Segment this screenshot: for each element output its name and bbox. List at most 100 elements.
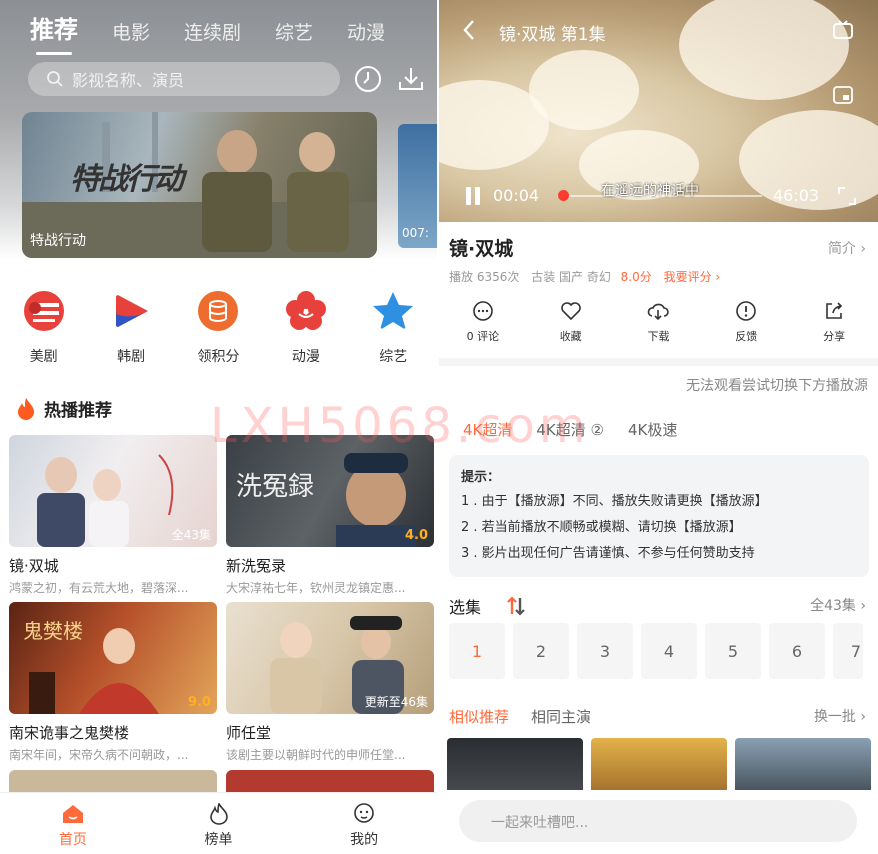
intro-label: 简介: [827, 241, 856, 257]
top-tabs: 推荐 电影 连续剧 综艺 动漫: [30, 10, 419, 55]
nav-home[interactable]: 首页: [0, 793, 146, 854]
episode-button[interactable]: 5: [705, 623, 761, 679]
category-k-drama[interactable]: 韩剧: [87, 290, 174, 366]
player-controls: 00:04 在遥远的神话中 46:03: [439, 180, 878, 212]
comment-bar: 一起来吐槽吧...: [439, 790, 878, 854]
video-card[interactable]: 全43集 镜·双城 鸿蒙之初，有云荒大地，碧落深...: [9, 435, 217, 596]
tab-anime[interactable]: 动漫: [347, 18, 385, 45]
video-card[interactable]: 鬼樊楼 9.0 南宋诡事之鬼樊楼 南宋年间，宋帝久病不问朝政，...: [9, 602, 217, 763]
chevron-right-icon: ›: [860, 598, 866, 614]
feedback-label: 反馈: [735, 330, 758, 343]
nav-home-label: 首页: [58, 832, 87, 848]
episode-button[interactable]: 4: [641, 623, 697, 679]
fullscreen-icon[interactable]: [837, 186, 857, 206]
category-variety[interactable]: 综艺: [350, 290, 437, 366]
swap-link[interactable]: 换一批 ›: [814, 706, 866, 726]
comment-button[interactable]: 0 评论: [439, 300, 527, 344]
comment-label: 0 评论: [466, 330, 500, 343]
banner-next[interactable]: 007:: [398, 124, 437, 248]
video-score: 8.0分: [620, 270, 652, 284]
card-poster: 鬼樊楼 9.0: [9, 602, 217, 714]
sort-icon[interactable]: [506, 596, 526, 616]
tab-movie[interactable]: 电影: [112, 18, 150, 45]
comment-icon: [473, 301, 493, 321]
tab-same-cast[interactable]: 相同主演: [531, 706, 591, 727]
episodes-header: 选集: [449, 594, 526, 618]
total-time: 46:03: [773, 186, 820, 205]
video-card[interactable]: 更新至46集 师任堂 该剧主要以朝鲜时代的申师任堂...: [226, 602, 434, 763]
intro-link[interactable]: 简介 ›: [828, 238, 866, 258]
download-icon[interactable]: [396, 64, 426, 94]
card-title: 新洗冤录: [226, 557, 287, 575]
tv-cast-icon[interactable]: [832, 20, 854, 42]
back-icon[interactable]: [461, 18, 477, 42]
tab-variety[interactable]: 综艺: [275, 18, 313, 45]
category-label: 综艺: [379, 349, 408, 365]
watermark: LXH5068.com: [210, 398, 590, 454]
svg-text:洗冤録: 洗冤録: [236, 472, 314, 502]
banner-main[interactable]: 特战行动 特战行动: [22, 112, 377, 258]
video-card[interactable]: 洗冤録 4.0 新洗冤录 大宋淳祐七年，钦州灵龙镇定惠...: [226, 435, 434, 596]
coins-icon: [198, 291, 239, 331]
episode-button[interactable]: 1: [449, 623, 505, 679]
history-icon[interactable]: [353, 64, 383, 94]
pip-icon[interactable]: [833, 86, 853, 104]
category-points[interactable]: 领积分: [175, 290, 262, 366]
rate-link[interactable]: 我要评分: [664, 270, 712, 284]
similar-thumb[interactable]: [735, 738, 871, 798]
episode-button[interactable]: 2: [513, 623, 569, 679]
episode-button[interactable]: 6: [769, 623, 825, 679]
progress-thumb[interactable]: [558, 190, 569, 201]
category-us-drama[interactable]: 美剧: [0, 290, 87, 366]
nav-ranking[interactable]: 榜单: [146, 793, 292, 854]
tab-similar[interactable]: 相似推荐: [449, 706, 509, 727]
card-desc: 大宋淳祐七年，钦州灵龙镇定惠...: [226, 581, 406, 595]
chevron-right-icon: ›: [715, 270, 721, 284]
heart-icon: [560, 302, 581, 321]
section-header: 热播推荐: [16, 396, 112, 421]
share-button[interactable]: 分享: [790, 300, 878, 344]
star-icon: [373, 292, 414, 330]
pause-icon[interactable]: [463, 185, 483, 207]
video-card-partial[interactable]: [226, 770, 434, 792]
episodes-label: 选集: [449, 598, 482, 617]
similar-thumb[interactable]: [591, 738, 727, 798]
favorite-button[interactable]: 收藏: [527, 300, 615, 344]
all-episodes-label: 全43集: [810, 598, 856, 614]
download-button[interactable]: 下载: [615, 300, 703, 344]
episode-button[interactable]: 3: [577, 623, 633, 679]
share-label: 分享: [823, 330, 846, 343]
all-episodes-link[interactable]: 全43集 ›: [810, 595, 866, 615]
video-card-partial[interactable]: [9, 770, 217, 792]
video-player[interactable]: 镜·双城 第1集 00:04 在遥远的神话中 46:03: [439, 0, 878, 222]
section-title: 热播推荐: [44, 401, 112, 421]
action-row: 0 评论 收藏 下载 反馈 分享: [439, 300, 878, 344]
nav-mine[interactable]: 我的: [291, 793, 437, 854]
tips-box: 提示： 1 . 由于【播放源】不同、播放失败请更换【播放源】 2 . 若当前播放…: [449, 455, 869, 577]
score-badge: 4.0: [404, 528, 428, 543]
flower-icon: [285, 291, 326, 330]
comment-input[interactable]: 一起来吐槽吧...: [459, 800, 857, 842]
score-badge: 9.0: [187, 695, 211, 710]
feedback-button[interactable]: 反馈: [702, 300, 790, 344]
tab-recommend[interactable]: 推荐: [30, 10, 78, 55]
search-placeholder: 影视名称、演员: [72, 71, 185, 90]
tips-line: 1 . 由于【播放源】不同、播放失败请更换【播放源】: [461, 494, 768, 509]
card-title: 师任堂: [226, 724, 272, 742]
home-icon: [62, 805, 83, 823]
search-input[interactable]: 影视名称、演员: [28, 62, 340, 96]
tips-line: 3 . 影片出现任何广告请谨慎、不参与任何赞助支持: [461, 546, 755, 561]
favorite-label: 收藏: [559, 330, 582, 343]
chevron-right-icon: ›: [860, 241, 866, 257]
source-tab-3[interactable]: 4K极速: [628, 419, 677, 440]
category-anime[interactable]: 动漫: [262, 290, 349, 366]
video-meta: 播放 6356次 古装 国产 奇幻 8.0分 我要评分 ›: [449, 268, 720, 285]
episode-button[interactable]: 7: [833, 623, 863, 679]
card-title: 镜·双城: [9, 557, 59, 575]
divider: [439, 358, 878, 366]
similar-thumb[interactable]: [447, 738, 583, 798]
tab-series[interactable]: 连续剧: [184, 18, 241, 45]
episode-list: 1 2 3 4 5 6 7: [449, 623, 863, 679]
swap-label: 换一批: [813, 709, 856, 725]
similar-list: [447, 738, 871, 798]
